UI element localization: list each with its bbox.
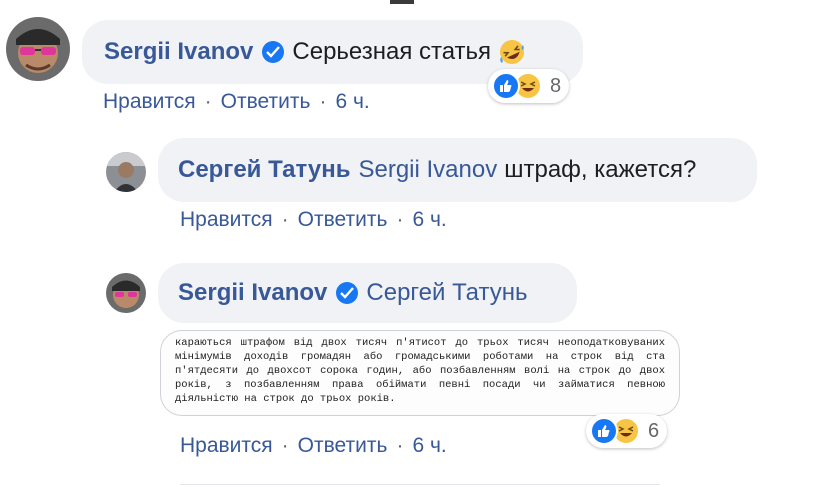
reaction-count: 8	[550, 74, 562, 97]
avatar[interactable]	[6, 17, 70, 81]
timestamp[interactable]: 6 ч.	[335, 90, 369, 114]
reply-link[interactable]: Ответить	[298, 208, 388, 232]
reply-link[interactable]: Ответить	[221, 90, 311, 114]
attached-text: караються штрафом від двох тисяч п'ятисо…	[175, 337, 665, 405]
comment-actions: Нравится · Ответить · 6 ч.	[180, 208, 447, 232]
divider	[180, 484, 660, 485]
comment-author[interactable]: Sergii Ivanov	[104, 38, 253, 66]
avatar[interactable]	[106, 152, 146, 192]
laughing-emoji-icon	[499, 39, 525, 65]
separator: ·	[281, 208, 289, 231]
reactions-summary[interactable]: 8	[488, 69, 570, 103]
timestamp[interactable]: 6 ч.	[412, 434, 446, 458]
timestamp[interactable]: 6 ч.	[412, 208, 446, 232]
comment-actions: Нравится · Ответить · 6 ч.	[103, 90, 370, 114]
like-link[interactable]: Нравится	[180, 208, 273, 232]
separator: ·	[319, 90, 327, 113]
separator: ·	[396, 208, 404, 231]
reply-link[interactable]: Ответить	[298, 434, 388, 458]
comment-author[interactable]: Sergii Ivanov	[178, 279, 327, 307]
comment-actions: Нравится · Ответить · 6 ч.	[180, 434, 447, 458]
comment-author[interactable]: Сергей Татунь	[178, 156, 350, 184]
like-reaction-icon	[590, 417, 618, 445]
verified-badge-icon	[262, 41, 285, 63]
mention-link[interactable]: Sergii Ivanov	[358, 156, 497, 184]
comment-text: штраф, кажется?	[504, 156, 697, 183]
reactions-summary[interactable]: 6	[586, 414, 668, 448]
separator: ·	[281, 434, 289, 457]
top-edge-fragment	[390, 0, 414, 4]
attached-text-image[interactable]: караються штрафом від двох тисяч п'ятисо…	[160, 330, 680, 416]
comment-text: Серьезная статья	[292, 38, 492, 65]
reply-bubble: Sergii Ivanov Сергей Татунь	[158, 263, 577, 323]
like-reaction-icon	[492, 72, 520, 100]
reaction-count: 6	[648, 419, 660, 442]
verified-badge-icon	[336, 282, 359, 304]
like-link[interactable]: Нравится	[180, 434, 273, 458]
separator: ·	[204, 90, 212, 113]
mention-link[interactable]: Сергей Татунь	[366, 279, 527, 307]
separator: ·	[396, 434, 404, 457]
like-link[interactable]: Нравится	[103, 90, 196, 114]
avatar[interactable]	[106, 273, 146, 313]
reply-bubble: Сергей Татунь Sergii Ivanov штраф, кажет…	[158, 138, 757, 202]
